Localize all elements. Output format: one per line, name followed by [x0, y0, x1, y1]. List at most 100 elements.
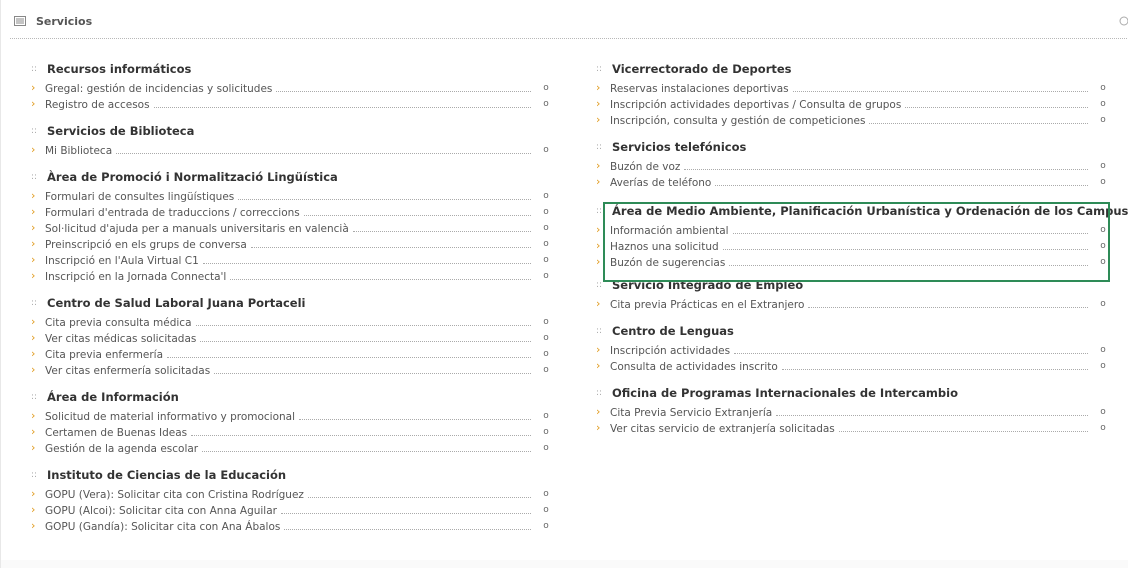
service-link-label[interactable]: Ver citas enfermería solicitadas: [45, 363, 210, 379]
service-link-label[interactable]: Formulari de consultes lingüístiques: [45, 189, 234, 205]
section-title-text: Instituto de Ciencias de la Educación: [47, 468, 287, 482]
circle-icon[interactable]: o: [541, 314, 551, 330]
dot-leader: [202, 252, 531, 264]
service-link-label[interactable]: Cita previa enfermería: [45, 347, 163, 363]
circle-icon[interactable]: o: [541, 236, 551, 252]
service-link[interactable]: › Gestión de la agenda escolar o: [31, 440, 551, 456]
dot-leader: [905, 96, 1088, 108]
service-link-label[interactable]: Gestión de la agenda escolar: [45, 441, 198, 457]
service-link-label[interactable]: Cita previa consulta médica: [45, 315, 192, 331]
service-link[interactable]: › Inscripció en l'Aula Virtual C1 o: [31, 252, 551, 268]
service-link[interactable]: › Certamen de Buenas Ideas o: [31, 424, 551, 440]
service-link[interactable]: › Ver citas médicas solicitadas o: [31, 330, 551, 346]
service-link[interactable]: › Registro de accesos o: [31, 96, 551, 112]
service-link-label[interactable]: Buzón de voz: [610, 159, 680, 175]
circle-icon[interactable]: o: [1098, 420, 1108, 436]
chevron-right-icon: ›: [31, 519, 36, 532]
circle-icon[interactable]: o: [541, 408, 551, 424]
circle-icon[interactable]: o: [1098, 296, 1108, 312]
service-link-label[interactable]: Inscripción actividades: [610, 343, 730, 359]
service-link[interactable]: › Averías de teléfono o: [596, 174, 1108, 190]
circle-icon[interactable]: o: [541, 142, 551, 158]
dot-leader: [200, 330, 531, 342]
service-link-label[interactable]: GOPU (Vera): Solicitar cita con Cristina…: [45, 487, 304, 503]
chevron-right-icon: ›: [31, 81, 36, 94]
service-link-label[interactable]: Ver citas médicas solicitadas: [45, 331, 196, 347]
circle-icon[interactable]: o: [541, 80, 551, 96]
chevron-right-icon: ›: [596, 405, 601, 418]
service-link[interactable]: › Inscripció en la Jornada Connecta'l o: [31, 268, 551, 284]
circle-icon[interactable]: o: [541, 330, 551, 346]
service-link-label[interactable]: Cita previa Prácticas en el Extranjero: [610, 297, 804, 313]
service-link-label[interactable]: Preinscripció en els grups de conversa: [45, 237, 247, 253]
circle-icon[interactable]: o: [541, 486, 551, 502]
service-link[interactable]: › Cita previa consulta médica o: [31, 314, 551, 330]
service-link-label[interactable]: Cita Previa Servicio Extranjería: [610, 405, 772, 421]
service-link-label[interactable]: Inscripció en la Jornada Connecta'l: [45, 269, 226, 285]
service-link-label[interactable]: Ver citas servicio de extranjería solici…: [610, 421, 835, 437]
panel-header: Servicios: [1, 0, 1128, 38]
service-link[interactable]: › Cita previa enfermería o: [31, 346, 551, 362]
service-link[interactable]: › Formulari de consultes lingüístiques o: [31, 188, 551, 204]
service-link-label[interactable]: GOPU (Gandía): Solicitar cita con Ana Áb…: [45, 519, 280, 535]
circle-icon[interactable]: o: [1098, 158, 1108, 174]
circle-icon[interactable]: o: [1098, 174, 1108, 190]
expand-icon[interactable]: [1119, 16, 1128, 26]
service-link-label[interactable]: Certamen de Buenas Ideas: [45, 425, 187, 441]
circle-icon[interactable]: o: [1098, 342, 1108, 358]
service-link-label[interactable]: Consulta de actividades inscrito: [610, 359, 778, 375]
circle-icon[interactable]: o: [541, 220, 551, 236]
service-link-label[interactable]: GOPU (Alcoi): Solicitar cita con Anna Ag…: [45, 503, 277, 519]
service-link-label[interactable]: Registro de accesos: [45, 97, 150, 113]
service-link[interactable]: › Buzón de voz o: [596, 158, 1108, 174]
circle-icon[interactable]: o: [1098, 96, 1108, 112]
service-link[interactable]: › Inscripción actividades deportivas / Co…: [596, 96, 1108, 112]
circle-icon[interactable]: o: [541, 518, 551, 534]
service-link-label[interactable]: Inscripción actividades deportivas / Con…: [610, 97, 901, 113]
service-link-label[interactable]: Inscripción, consulta y gestión de compe…: [610, 113, 865, 129]
service-link[interactable]: › Preinscripció en els grups de conversa o: [31, 236, 551, 252]
service-link[interactable]: › Gregal: gestión de incidencias y solici…: [31, 80, 551, 96]
service-link-label[interactable]: Averías de teléfono: [610, 175, 711, 191]
circle-icon[interactable]: o: [541, 346, 551, 362]
service-link[interactable]: › Mi Biblioteca o: [31, 142, 551, 158]
service-link[interactable]: › Ver citas servicio de extranjería solic…: [596, 420, 1108, 436]
service-link-label[interactable]: Inscripció en l'Aula Virtual C1: [45, 253, 199, 269]
circle-icon[interactable]: o: [541, 424, 551, 440]
service-link[interactable]: › Reservas instalaciones deportivas o: [596, 80, 1108, 96]
service-link[interactable]: › Solicitud de material informativo y pro…: [31, 408, 551, 424]
service-link-label[interactable]: Sol·licitud d'ajuda per a manuals univer…: [45, 221, 349, 237]
service-link[interactable]: › GOPU (Vera): Solicitar cita con Cristin…: [31, 486, 551, 502]
circle-icon[interactable]: o: [1098, 358, 1108, 374]
service-link-label[interactable]: Reservas instalaciones deportivas: [610, 81, 789, 97]
circle-icon[interactable]: o: [541, 204, 551, 220]
circle-icon[interactable]: o: [541, 502, 551, 518]
service-link-label[interactable]: Solicitud de material informativo y prom…: [45, 409, 295, 425]
service-link[interactable]: › Cita Previa Servicio Extranjería o: [596, 404, 1108, 420]
header-divider: [10, 38, 1128, 39]
service-link[interactable]: › Cita previa Prácticas en el Extranjero o: [596, 296, 1108, 312]
service-link[interactable]: › Inscripción, consulta y gestión de comp…: [596, 112, 1108, 128]
service-link[interactable]: › GOPU (Alcoi): Solicitar cita con Anna A…: [31, 502, 551, 518]
service-link[interactable]: › Sol·licitud d'ajuda per a manuals unive…: [31, 220, 551, 236]
service-link[interactable]: › Consulta de actividades inscrito o: [596, 358, 1108, 374]
service-link[interactable]: › Formulari d'entrada de traduccions / co…: [31, 204, 551, 220]
service-link[interactable]: › GOPU (Gandía): Solicitar cita con Ana Á…: [31, 518, 551, 534]
service-link[interactable]: › Ver citas enfermería solicitadas o: [31, 362, 551, 378]
circle-icon[interactable]: o: [541, 440, 551, 456]
circle-icon[interactable]: o: [541, 96, 551, 112]
circle-icon[interactable]: o: [541, 188, 551, 204]
section-bullet-icon: ::: [596, 326, 603, 336]
circle-icon[interactable]: o: [541, 252, 551, 268]
service-link-label[interactable]: Gregal: gestión de incidencias y solicit…: [45, 81, 272, 97]
service-section-oficina-de-programas-internacionales-de-: :: Oficina de Programas Internacionales d…: [596, 382, 1108, 436]
circle-icon[interactable]: o: [1098, 80, 1108, 96]
service-link-label[interactable]: Mi Biblioteca: [45, 143, 112, 159]
circle-icon[interactable]: o: [541, 268, 551, 284]
circle-icon[interactable]: o: [1098, 112, 1108, 128]
circle-icon[interactable]: o: [541, 362, 551, 378]
service-link[interactable]: › Inscripción actividades o: [596, 342, 1108, 358]
circle-icon[interactable]: o: [1098, 404, 1108, 420]
service-link-label[interactable]: Formulari d'entrada de traduccions / cor…: [45, 205, 300, 221]
